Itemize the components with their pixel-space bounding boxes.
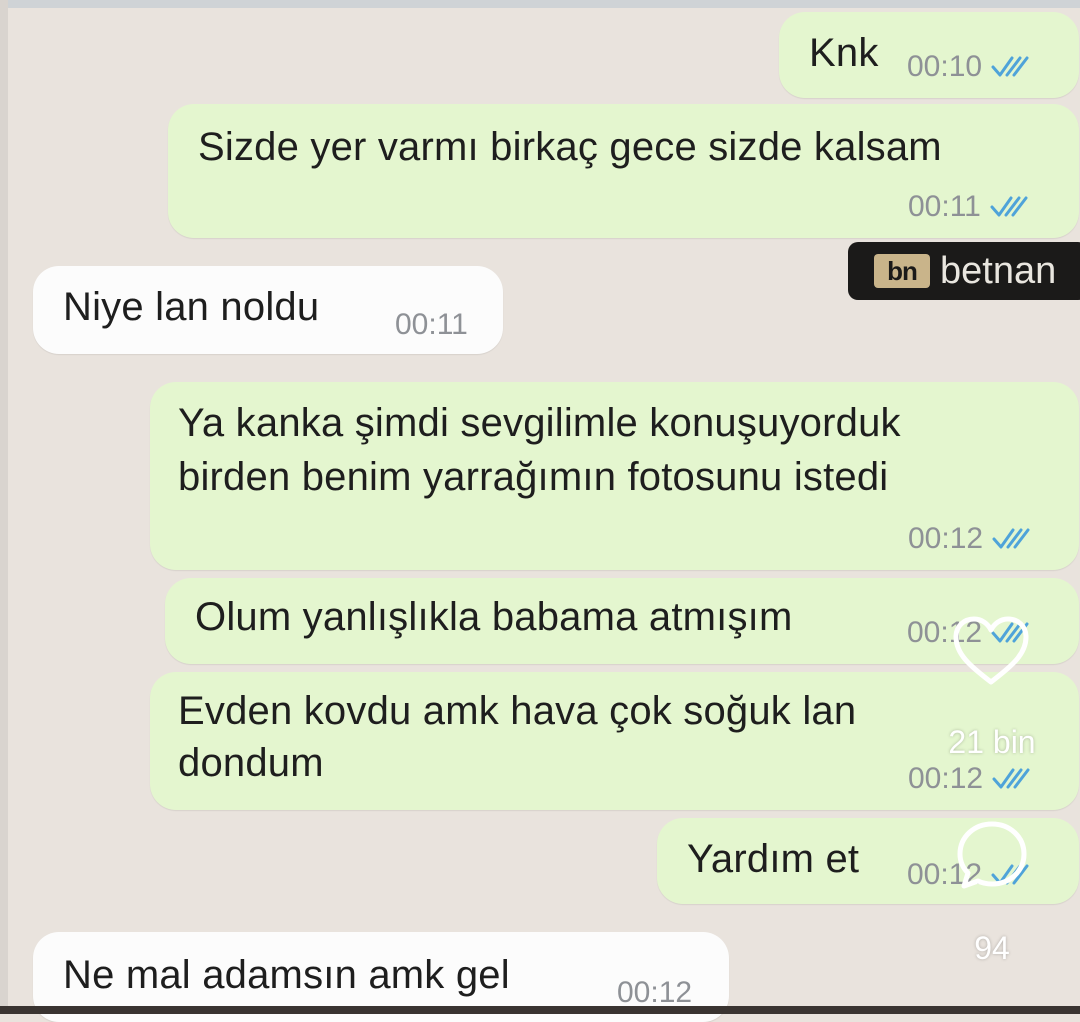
message-meta: 00:12	[908, 522, 1033, 556]
message-text: Sizde yer varmı birkaç gece sizde kalsam	[198, 125, 942, 169]
message-time: 00:12	[908, 522, 984, 555]
message-text-line: dondum	[178, 741, 324, 785]
message-meta: 00:11	[395, 308, 468, 342]
message-text: Niye lan noldu	[63, 285, 320, 329]
like-count: 21 bin	[948, 724, 1036, 760]
message-meta: 00:12	[908, 762, 1033, 796]
message-bubble-outgoing[interactable]: Olum yanlışlıkla babama atmışım 00:12	[165, 578, 1079, 664]
double-check-icon	[992, 528, 1030, 549]
double-check-icon	[991, 56, 1029, 77]
message-text: Ne mal adamsın amk gel	[63, 953, 510, 997]
message-bubble-outgoing[interactable]: Knk 00:10	[779, 12, 1079, 98]
message-time: 00:12	[617, 976, 693, 1009]
message-time: 00:10	[907, 50, 983, 83]
message-bubble-incoming[interactable]: Niye lan noldu 00:11	[33, 266, 503, 354]
message-bubble-outgoing[interactable]: Sizde yer varmı birkaç gece sizde kalsam…	[168, 104, 1079, 238]
message-meta: 00:12	[617, 976, 692, 1010]
betnan-logo-text: betnan	[940, 249, 1057, 292]
comment-icon[interactable]	[952, 816, 1032, 896]
message-text: Olum yanlışlıkla babama atmışım	[195, 595, 793, 639]
message-text-line: birden benim yarrağımın fotosunu istedi	[178, 455, 889, 499]
chat-area[interactable]: Knk 00:10 Sizde yer varmı birkaç gece si…	[0, 0, 1080, 1022]
betnan-watermark: bn betnan	[848, 242, 1080, 300]
message-text: Yardım et	[687, 837, 860, 881]
message-time: 00:12	[908, 762, 984, 795]
message-meta: 00:11	[908, 190, 1031, 224]
message-bubble-outgoing[interactable]: Evden kovdu amk hava çok soğuk lan dondu…	[150, 672, 1079, 810]
message-time: 00:11	[395, 308, 468, 341]
message-text: Knk	[809, 31, 879, 75]
double-check-icon	[992, 768, 1030, 789]
bottom-strip	[0, 1006, 1080, 1014]
message-time: 00:11	[908, 190, 981, 223]
message-meta: 00:10	[907, 50, 1032, 84]
betnan-logo-mark: bn	[874, 254, 930, 288]
heart-icon[interactable]	[950, 612, 1032, 688]
double-check-icon	[990, 196, 1028, 217]
comment-count: 94	[974, 930, 1010, 966]
message-bubble-outgoing[interactable]: Ya kanka şimdi sevgilimle konuşuyorduk b…	[150, 382, 1079, 570]
message-text-line: Evden kovdu amk hava çok soğuk lan	[178, 689, 857, 733]
message-text-line: Ya kanka şimdi sevgilimle konuşuyorduk	[178, 401, 901, 445]
